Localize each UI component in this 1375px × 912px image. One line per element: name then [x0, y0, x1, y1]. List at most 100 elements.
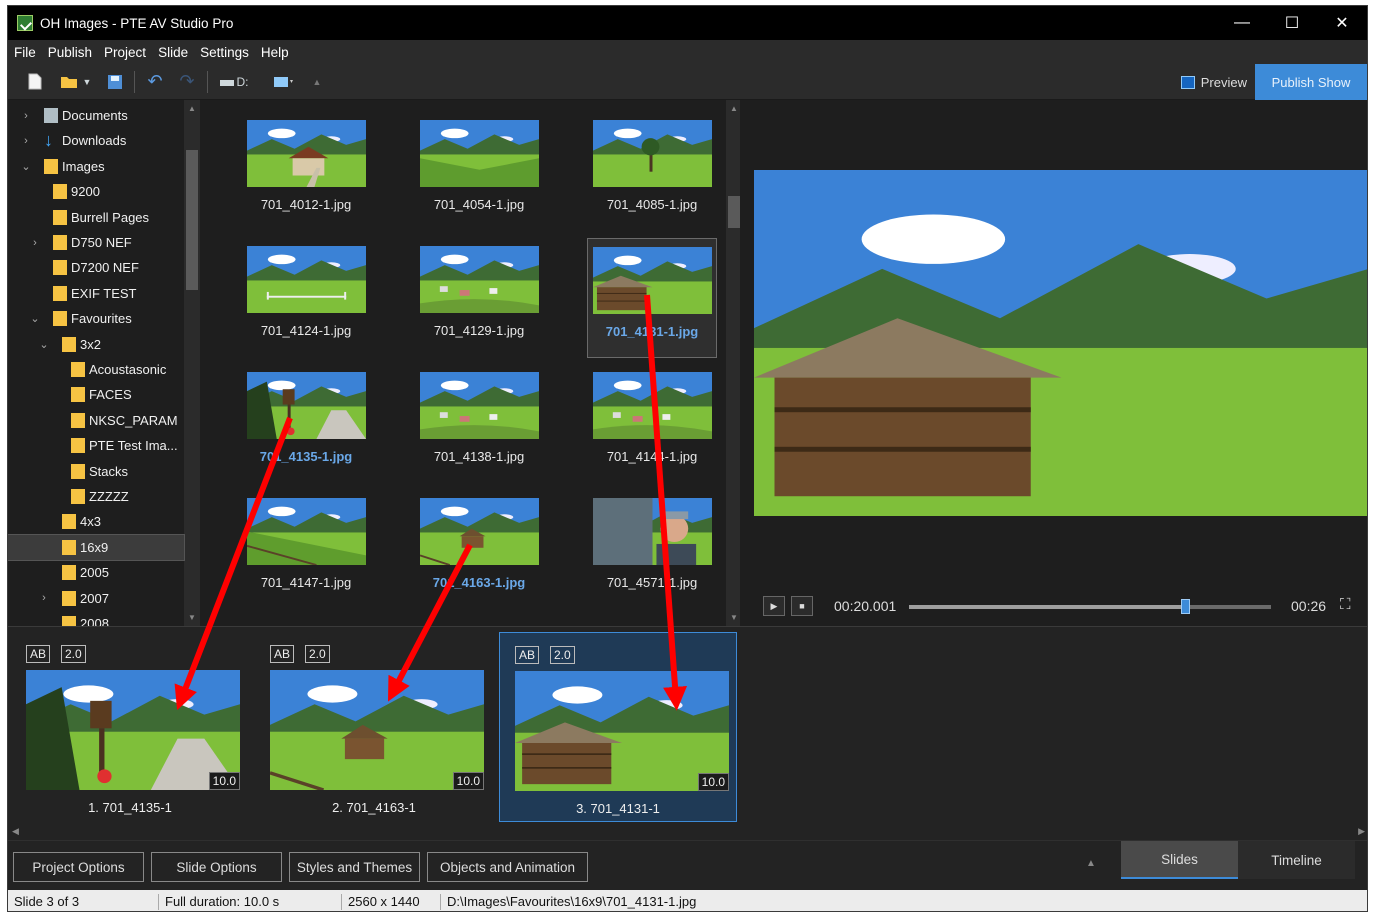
playback-handle[interactable] [1181, 599, 1191, 614]
scrollbar-thumb[interactable] [186, 150, 198, 290]
slide-3[interactable]: AB 2.0 10.0 3. 701_4131-1 [499, 632, 737, 822]
transition-time-badge[interactable]: 2.0 [305, 645, 330, 663]
tab-timeline[interactable]: Timeline [1238, 841, 1355, 879]
scroll-right-icon[interactable]: ▶ [1358, 826, 1365, 837]
folder-2005[interactable]: 2005 [8, 560, 184, 585]
project-options-button[interactable]: Project Options [13, 852, 144, 882]
transition-time-badge[interactable]: 2.0 [61, 645, 86, 663]
new-project-icon[interactable] [24, 69, 46, 95]
folder-exif-test[interactable]: EXIF TEST [8, 281, 184, 306]
undo-icon[interactable]: ↶ [143, 69, 167, 95]
close-button[interactable]: ✕ [1317, 6, 1367, 40]
drive-selector[interactable]: D: [216, 69, 252, 95]
expand-chevron-icon[interactable]: › [29, 237, 41, 249]
folder-2007[interactable]: › 2007 [8, 586, 184, 611]
folder-faces[interactable]: FACES [8, 382, 184, 407]
file-name: 701_4135-1.jpg [259, 449, 353, 464]
folder-up-icon[interactable]: ▲ [308, 69, 326, 95]
expand-chevron-icon[interactable]: › [20, 110, 32, 122]
collapse-chevron-icon[interactable]: ⌄ [20, 160, 32, 173]
fullscreen-icon[interactable]: ⛶ [1340, 596, 1351, 613]
menu-publish[interactable]: Publish [42, 45, 98, 60]
slide-1[interactable]: AB 2.0 10.0 1. 701_4135-1 [11, 632, 249, 822]
folder-d7200-nef[interactable]: D7200 NEF [8, 255, 184, 280]
transition-ab-badge[interactable]: AB [26, 645, 51, 663]
slide-2[interactable]: AB 2.0 10.0 2. 701_4163-1 [255, 632, 493, 822]
folder-d750-nef[interactable]: › D750 NEF [8, 230, 184, 255]
file-thumbnail[interactable]: 701_4144-1.jpg [587, 364, 717, 484]
transition-ab-badge[interactable]: AB [515, 646, 540, 664]
folder-nksc-param[interactable]: NKSC_PARAM [8, 408, 184, 433]
file-thumbnail[interactable]: 701_4124-1.jpg [241, 238, 371, 358]
file-thumbnail[interactable]: 701_4129-1.jpg [414, 238, 544, 358]
folder-3x2[interactable]: ⌄ 3x2 [8, 332, 184, 357]
scroll-up-icon[interactable]: ▲ [184, 104, 200, 113]
folder-zzzzz[interactable]: ZZZZZ [8, 484, 184, 509]
file-thumbnail[interactable]: 701_4054-1.jpg [414, 112, 544, 232]
preview-button[interactable]: Preview [1180, 70, 1247, 94]
file-grid-scrollbar[interactable]: ▲ ▼ [726, 100, 740, 626]
folder-icon [62, 539, 76, 555]
transition-time-badge[interactable]: 2.0 [550, 646, 575, 664]
folder-4x3[interactable]: 4x3 [8, 509, 184, 534]
scroll-down-icon[interactable]: ▼ [726, 613, 740, 622]
collapse-panel-icon[interactable]: ▲ [1086, 858, 1096, 869]
folder-icon [71, 362, 85, 377]
file-thumbnail[interactable]: 701_4131-1.jpg [587, 238, 717, 358]
folder-acoustasonic[interactable]: Acoustasonic [8, 357, 184, 382]
thumbnail-image [246, 372, 366, 439]
publish-show-button[interactable]: Publish Show [1255, 64, 1367, 100]
folder-2008[interactable]: 2008 [8, 611, 184, 626]
expand-chevron-icon[interactable]: › [38, 592, 50, 604]
scroll-down-icon[interactable]: ▼ [184, 613, 200, 622]
file-thumbnail[interactable]: 701_4571-1.jpg [587, 490, 717, 610]
folder-documents[interactable]: › Documents [8, 103, 184, 128]
scroll-left-icon[interactable]: ◀ [12, 826, 19, 837]
menu-file[interactable]: File [8, 45, 42, 60]
scrollbar-thumb[interactable] [728, 196, 740, 228]
folder-9200[interactable]: 9200 [8, 179, 184, 204]
transition-ab-badge[interactable]: AB [270, 645, 295, 663]
folder-favourites[interactable]: ⌄ Favourites [8, 306, 184, 331]
collapse-chevron-icon[interactable]: ⌄ [29, 312, 41, 325]
expand-chevron-icon[interactable]: › [20, 135, 32, 147]
slide-thumbnail: 10.0 [515, 671, 729, 791]
open-folder-icon[interactable] [58, 69, 80, 95]
minimize-button[interactable]: — [1217, 6, 1267, 40]
folder-tree-scrollbar[interactable]: ▲ ▼ [184, 100, 200, 626]
stop-button[interactable]: ■ [791, 596, 813, 616]
slide-options-button[interactable]: Slide Options [151, 852, 282, 882]
file-thumbnail[interactable]: 701_4012-1.jpg [241, 112, 371, 232]
menu-settings[interactable]: Settings [194, 45, 255, 60]
folder-icon [53, 235, 67, 250]
file-thumbnail[interactable]: 701_4085-1.jpg [587, 112, 717, 232]
file-thumbnail[interactable]: 701_4147-1.jpg [241, 490, 371, 610]
menu-slide[interactable]: Slide [152, 45, 194, 60]
collapse-chevron-icon[interactable]: ⌄ [38, 338, 50, 351]
slide-list-scrollbar[interactable]: ◀ ▶ [8, 826, 1367, 840]
folder-stacks[interactable]: Stacks [8, 459, 184, 484]
tab-slides[interactable]: Slides [1121, 841, 1238, 879]
folder-label: Burrell Pages [71, 209, 150, 225]
folder-downloads[interactable]: › ↓ Downloads [8, 128, 184, 153]
playback-slider[interactable] [909, 599, 1271, 614]
menu-project[interactable]: Project [98, 45, 152, 60]
play-button[interactable]: ▶ [763, 596, 785, 616]
styles-themes-button[interactable]: Styles and Themes [289, 852, 420, 882]
folder-images[interactable]: ⌄ Images [8, 154, 184, 179]
objects-animation-button[interactable]: Objects and Animation [427, 852, 588, 882]
menu-help[interactable]: Help [255, 45, 295, 60]
view-mode-icon[interactable] [268, 69, 300, 95]
folder-burrell-pages[interactable]: Burrell Pages [8, 205, 184, 230]
file-thumbnail[interactable]: 701_4163-1.jpg [414, 490, 544, 610]
file-thumbnail[interactable]: 701_4138-1.jpg [414, 364, 544, 484]
scroll-up-icon[interactable]: ▲ [726, 104, 740, 113]
folder-16x9[interactable]: 16x9 [8, 533, 185, 561]
drive-icon [219, 79, 234, 86]
save-icon[interactable] [104, 69, 126, 95]
open-dropdown-icon[interactable]: ▼ [80, 69, 94, 95]
folder-pte-test-ima-[interactable]: PTE Test Ima... [8, 433, 184, 458]
maximize-button[interactable]: ☐ [1267, 6, 1317, 40]
redo-icon[interactable]: ↷ [175, 69, 199, 95]
file-thumbnail[interactable]: 701_4135-1.jpg [241, 364, 371, 484]
